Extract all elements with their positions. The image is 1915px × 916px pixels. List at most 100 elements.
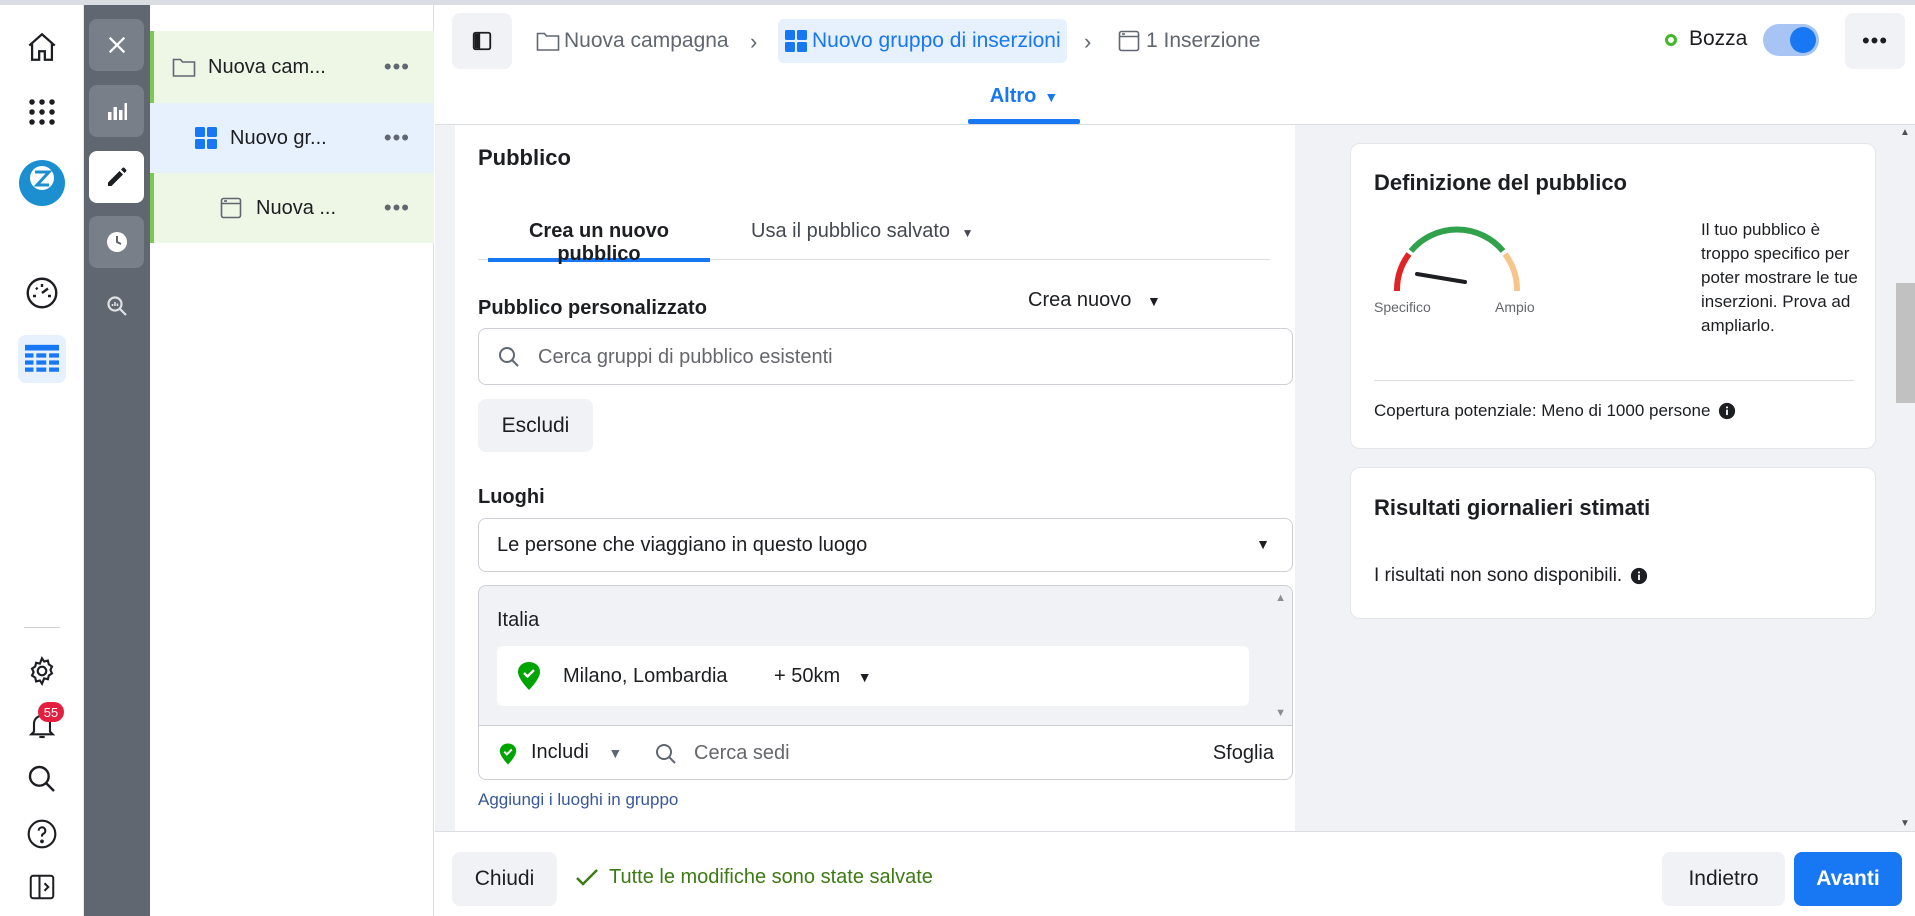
close-button[interactable]: Chiudi xyxy=(452,852,557,906)
scrollbar-thumb[interactable] xyxy=(1896,283,1915,403)
account-avatar[interactable] xyxy=(18,159,66,207)
campaign-tree: Nuova cam... ••• Nuovo gr... ••• Nuova .… xyxy=(150,5,434,916)
radius-value: + 50km xyxy=(774,665,841,687)
city-label: Milano, Lombardia xyxy=(563,665,728,687)
scroll-down-icon[interactable]: ▼ xyxy=(1275,707,1286,719)
search-insights-icon[interactable] xyxy=(89,280,144,332)
estimates-text: I risultati non sono disponibili. xyxy=(1374,565,1623,586)
notifications-badge: 55 xyxy=(38,702,64,722)
adset-grid-icon xyxy=(785,30,807,52)
breadcrumb-label: Nuova campagna xyxy=(564,29,729,52)
bulk-locations-link[interactable]: Aggiungi i luoghi in gruppo xyxy=(478,790,678,810)
breadcrumb-label: Nuovo gruppo di inserzioni xyxy=(812,29,1061,52)
info-icon[interactable] xyxy=(1718,402,1736,420)
create-new-dropdown[interactable]: Crea nuovo ▼ xyxy=(1028,289,1161,312)
speedometer-icon[interactable] xyxy=(18,269,66,317)
save-status-text: Tutte le modifiche sono state salvate xyxy=(609,866,933,888)
country-label: Italia xyxy=(497,609,540,631)
scroll-up-arrow[interactable]: ▲ xyxy=(1900,127,1910,138)
tree-item-label: Nuovo gr... xyxy=(230,126,327,149)
breadcrumb-ad[interactable]: 1 Inserzione xyxy=(1118,19,1260,63)
rail-divider xyxy=(24,627,60,628)
info-icon[interactable] xyxy=(1630,567,1648,585)
search-icon[interactable] xyxy=(18,755,66,803)
audience-gauge xyxy=(1393,226,1521,292)
tree-item-label: Nuova ... xyxy=(256,196,337,219)
global-nav-rail: 55 xyxy=(0,5,84,916)
settings-gear-icon[interactable] xyxy=(18,647,66,695)
dropdown-label: Crea nuovo xyxy=(1028,289,1132,311)
caret-down-icon: ▼ xyxy=(1146,293,1161,309)
chart-icon[interactable] xyxy=(89,85,144,137)
location-search-bar: Includi ▼ Cerca sedi Sfoglia xyxy=(478,725,1293,780)
audience-search-input[interactable]: Cerca gruppi di pubblico esistenti xyxy=(478,328,1293,385)
close-icon[interactable] xyxy=(89,19,144,71)
locations-list: Italia ▲ ▼ Milano, Lombardia + 50km ▼ xyxy=(478,585,1293,725)
search-icon xyxy=(656,744,676,764)
search-placeholder: Cerca gruppi di pubblico esistenti xyxy=(538,346,833,368)
include-dropdown[interactable]: Includi ▼ xyxy=(531,741,622,764)
card-divider xyxy=(1374,380,1854,381)
folder-icon xyxy=(536,32,560,51)
tab-label: Usa il pubblico salvato xyxy=(751,220,950,242)
more-options-icon[interactable]: ••• xyxy=(384,54,410,80)
browse-button[interactable]: Sfoglia xyxy=(1213,742,1274,765)
places-search-input[interactable]: Cerca sedi xyxy=(694,742,790,765)
estimates-message: I risultati non sono disponibili. xyxy=(1374,565,1648,587)
ads-manager-table-icon[interactable] xyxy=(18,335,66,383)
card-title: Risultati giornalieri stimati xyxy=(1374,495,1651,520)
caret-down-icon: ▼ xyxy=(961,226,974,240)
radius-dropdown[interactable]: + 50km ▼ xyxy=(774,665,872,688)
search-icon xyxy=(499,347,519,367)
editor-header: Nuova campagna › Nuovo gruppo di inserzi… xyxy=(435,5,1915,125)
select-value: Le persone che viaggiano in questo luogo xyxy=(497,534,868,556)
gauge-left-label: Specifico xyxy=(1374,299,1431,315)
back-button[interactable]: Indietro xyxy=(1662,852,1785,906)
publish-toggle[interactable] xyxy=(1763,24,1819,56)
include-pin-icon xyxy=(499,743,517,765)
more-options-icon[interactable]: ••• xyxy=(384,195,410,221)
tab-indicator xyxy=(968,119,1080,124)
tab-saved-audience[interactable]: Usa il pubblico salvato ▼ xyxy=(751,220,973,243)
panel-toggle-icon[interactable] xyxy=(18,863,66,911)
breadcrumb-label: 1 Inserzione xyxy=(1146,29,1261,52)
tree-item-adset[interactable]: Nuovo gr... ••• xyxy=(150,103,434,173)
folder-icon xyxy=(172,58,196,77)
caret-down-icon: ▼ xyxy=(1256,536,1270,552)
chevron-right-icon: › xyxy=(1084,29,1092,54)
location-mode-select[interactable]: Le persone che viaggiano in questo luogo… xyxy=(478,518,1293,572)
tree-item-ad[interactable]: Nuova ... ••• xyxy=(150,173,434,243)
tree-item-label: Nuova cam... xyxy=(208,55,326,78)
audience-card: Pubblico Crea un nuovo pubblico Usa il p… xyxy=(455,125,1295,831)
custom-audience-title: Pubblico personalizzato xyxy=(478,297,707,319)
tab-new-audience[interactable]: Crea un nuovo pubblico xyxy=(488,220,710,265)
exclude-button[interactable]: Escludi xyxy=(478,399,593,452)
tool-sidebar xyxy=(84,5,150,916)
breadcrumb-campaign[interactable]: Nuova campagna xyxy=(536,19,729,63)
caret-down-icon: ▼ xyxy=(608,745,623,761)
status-label: Bozza xyxy=(1689,27,1748,50)
more-options-icon[interactable]: ••• xyxy=(384,125,410,151)
scroll-down-arrow[interactable]: ▼ xyxy=(1900,818,1910,829)
location-included-pin-icon xyxy=(518,662,540,690)
breadcrumb-adset[interactable]: Nuovo gruppo di inserzioni xyxy=(778,19,1067,63)
page-scrollbar[interactable]: ▲ ▼ xyxy=(1896,125,1915,831)
edit-pencil-icon[interactable] xyxy=(89,151,144,203)
scroll-up-icon[interactable]: ▲ xyxy=(1275,592,1286,604)
help-icon[interactable] xyxy=(18,810,66,858)
history-clock-icon[interactable] xyxy=(89,216,144,268)
gauge-right-label: Ampio xyxy=(1495,299,1535,315)
audience-definition-card: Definizione del pubblico Specifico Ampio… xyxy=(1350,143,1876,449)
save-status: Tutte le modifiche sono state salvate xyxy=(575,866,933,889)
sidebar-toggle-button[interactable] xyxy=(452,13,512,69)
apps-grid-icon[interactable] xyxy=(18,88,66,136)
checkmark-icon xyxy=(576,868,598,886)
sidebar-panel-icon xyxy=(472,31,492,51)
tree-item-campaign[interactable]: Nuova cam... ••• xyxy=(150,31,434,103)
more-options-button[interactable]: ••• xyxy=(1845,13,1905,69)
editor-footer: Chiudi Tutte le modifiche sono state sal… xyxy=(435,831,1915,916)
audience-description: Il tuo pubblico è troppo specifico per p… xyxy=(1701,220,1858,335)
card-title: Definizione del pubblico xyxy=(1374,170,1627,195)
home-icon[interactable] xyxy=(18,23,66,71)
next-button[interactable]: Avanti xyxy=(1794,852,1902,906)
